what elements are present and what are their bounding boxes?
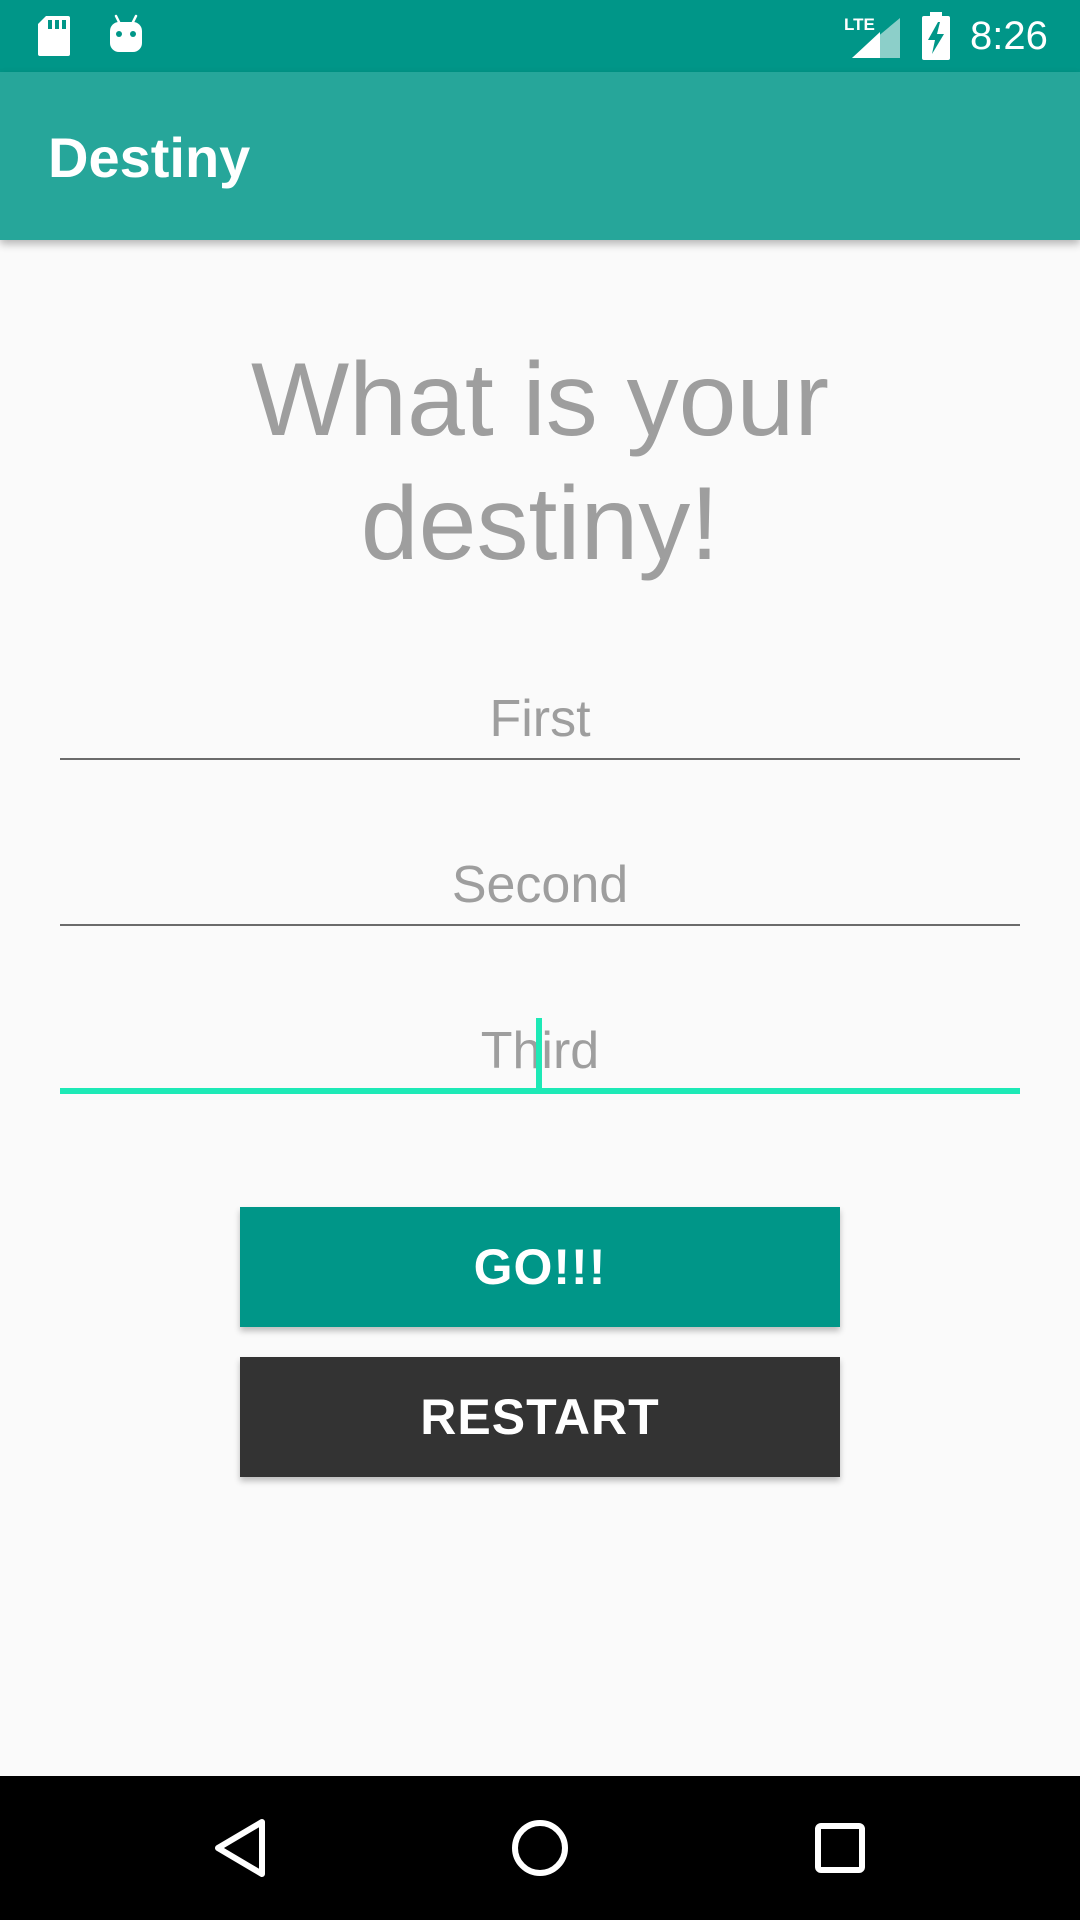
app-bar: Destiny — [0, 72, 1080, 240]
third-field-container — [60, 1014, 1020, 1094]
home-icon[interactable] — [500, 1808, 580, 1888]
restart-button[interactable]: RESTART — [240, 1357, 840, 1477]
first-input[interactable] — [60, 680, 1020, 760]
battery-charging-icon — [922, 12, 950, 60]
first-field-container — [60, 680, 1020, 760]
back-icon[interactable] — [200, 1808, 280, 1888]
app-title: Destiny — [48, 126, 251, 189]
second-input[interactable] — [60, 846, 1020, 926]
text-cursor — [536, 1018, 542, 1088]
status-clock: 8:26 — [970, 14, 1048, 58]
page-heading: What is your destiny! — [251, 342, 829, 582]
second-field-container — [60, 846, 1020, 926]
go-button[interactable]: GO!!! — [240, 1207, 840, 1327]
recents-icon[interactable] — [800, 1808, 880, 1888]
sd-card-icon — [38, 16, 70, 56]
status-bar: LTE 8:26 — [0, 0, 1080, 72]
svg-text:LTE: LTE — [844, 15, 875, 34]
lte-signal-icon: LTE — [844, 15, 900, 58]
navigation-bar — [0, 1776, 1080, 1920]
android-icon — [110, 14, 142, 52]
